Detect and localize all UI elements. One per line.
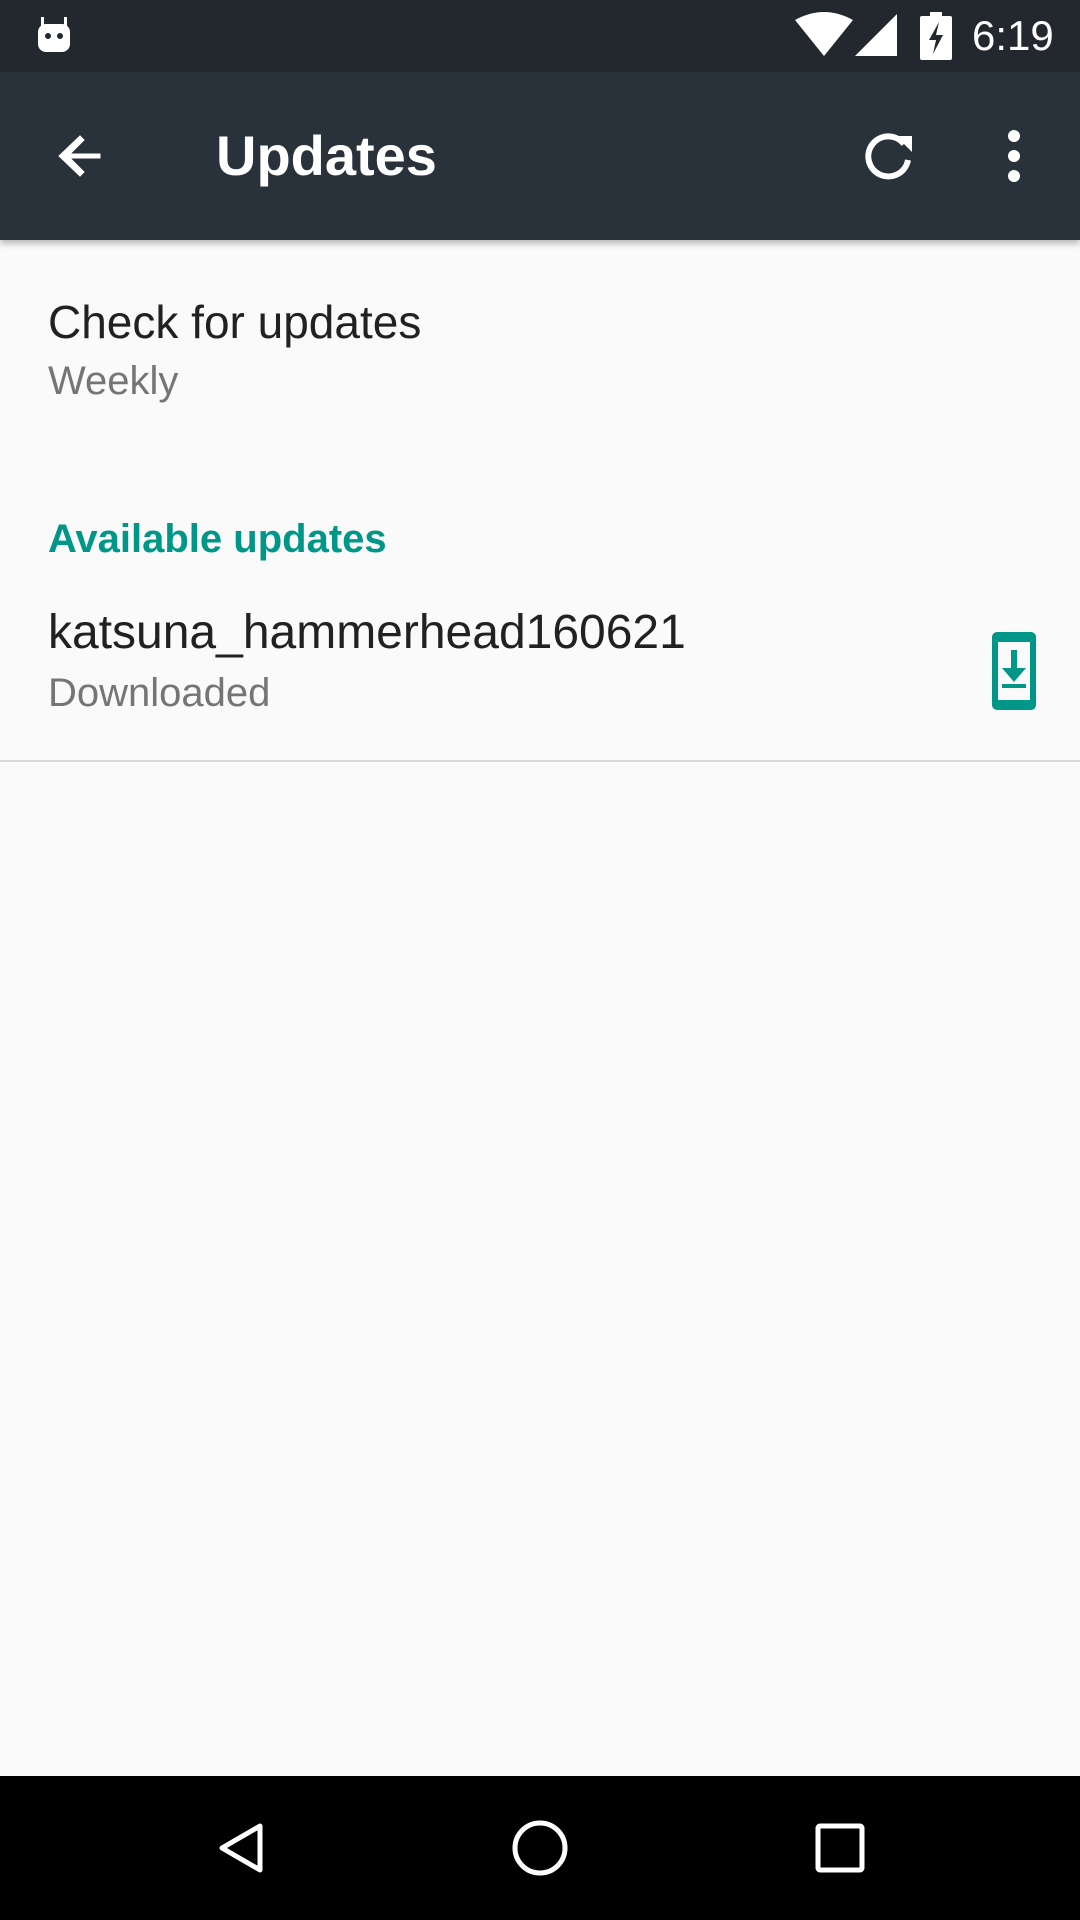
install-update-button[interactable]	[982, 626, 1046, 716]
nav-recents-icon	[815, 1823, 865, 1873]
more-vert-icon	[1008, 130, 1020, 182]
navigation-bar	[0, 1776, 1080, 1920]
battery-charging-icon	[920, 12, 952, 60]
status-clock: 6:19	[972, 12, 1054, 59]
updates-screen: 6:19 Updates Check for updates Weekly Av…	[0, 0, 1080, 1920]
nav-recents-button[interactable]	[798, 1806, 882, 1890]
check-for-updates-preference[interactable]: Check for updates Weekly	[0, 240, 1080, 424]
app-toolbar: Updates	[0, 72, 1080, 240]
notification-icon	[34, 14, 74, 54]
status-bar: 6:19	[0, 0, 1080, 72]
nav-back-icon	[219, 1823, 263, 1873]
nav-home-button[interactable]	[498, 1806, 582, 1890]
arrow-back-icon	[58, 135, 101, 177]
list-item[interactable]: katsuna_hammerhead160621 Downloaded	[0, 580, 1080, 760]
preference-title: Check for updates	[48, 296, 422, 348]
page-title: Updates	[216, 124, 437, 187]
wifi-icon	[795, 12, 853, 58]
refresh-icon	[865, 133, 912, 180]
available-updates-header: Available updates	[48, 517, 387, 561]
back-button[interactable]	[40, 112, 128, 200]
update-status: Downloaded	[48, 671, 271, 715]
refresh-button[interactable]	[844, 112, 932, 200]
overflow-menu-button[interactable]	[970, 112, 1058, 200]
nav-home-icon	[512, 1820, 568, 1876]
update-name: katsuna_hammerhead160621	[48, 606, 686, 659]
system-update-icon	[992, 632, 1036, 710]
list-divider	[0, 760, 1080, 762]
nav-back-button[interactable]	[200, 1806, 284, 1890]
preference-summary: Weekly	[48, 359, 179, 403]
cell-signal-icon	[855, 14, 897, 56]
